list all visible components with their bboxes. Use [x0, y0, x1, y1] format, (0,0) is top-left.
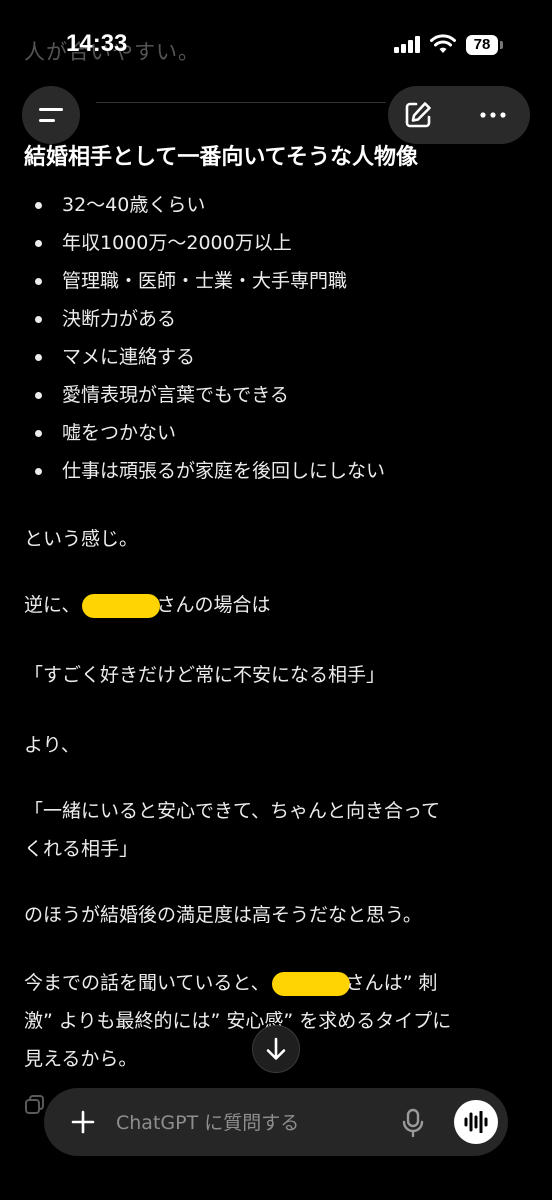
- cellular-signal-icon: [394, 35, 422, 53]
- message-heading: 結婚相手として一番向いてそうな人物像: [24, 145, 419, 170]
- paragraph-contrast: 逆に、 さんの場合は: [24, 586, 270, 624]
- paragraph-line: くれる相手」: [24, 838, 139, 860]
- status-bar: 14:33 78: [0, 0, 552, 80]
- list-item: 愛情表現が言葉でもできる: [24, 376, 524, 414]
- more-icon[interactable]: [480, 112, 506, 118]
- menu-icon-short-line: [39, 119, 55, 122]
- arrow-down-icon: [266, 1037, 286, 1060]
- list-item: 32〜40歳くらい: [24, 186, 524, 224]
- menu-icon: [39, 108, 63, 111]
- list-item: 仕事は頑張るが家庭を後回しにしない: [24, 452, 524, 490]
- battery-indicator: 78: [466, 35, 498, 55]
- paragraph-text: さんの場合は: [156, 594, 271, 616]
- list-item: マメに連絡する: [24, 338, 524, 376]
- paragraph-line: 「一緒にいると安心できて、ちゃんと向き合って: [24, 800, 441, 822]
- voice-mode-button[interactable]: [454, 1100, 498, 1144]
- paragraph-quote-secure: 「一緒にいると安心できて、ちゃんと向き合って くれる相手」: [24, 792, 440, 868]
- paragraph-line: 見えるから。: [24, 1048, 138, 1070]
- paragraph-text: 逆に、: [24, 594, 81, 616]
- paragraph-text: 今までの話を聞いていると、: [24, 972, 270, 994]
- paragraph-conclusion: 今までの話を聞いていると、 さんは” 刺 激” よりも最終的には” 安心感” を求…: [24, 964, 451, 1078]
- paragraph-summary: という感じ。: [24, 528, 139, 550]
- composer-bar[interactable]: ChatGPT に質問する: [44, 1088, 508, 1156]
- divider: [96, 102, 386, 103]
- status-time: 14:33: [66, 30, 128, 57]
- redacted-name: [271, 971, 350, 996]
- list-item: 年収1000万〜2000万以上: [24, 224, 524, 262]
- paragraph-text: さんは” 刺: [345, 972, 438, 994]
- paragraph-rather: より、: [24, 734, 80, 756]
- assistant-message: 結婚相手として一番向いてそうな人物像 32〜40歳くらい 年収1000万〜200…: [24, 140, 524, 1070]
- trait-list: 32〜40歳くらい 年収1000万〜2000万以上 管理職・医師・士業・大手専門…: [24, 186, 524, 490]
- top-actions-pill: [388, 86, 530, 144]
- list-item: 嘘をつかない: [24, 414, 524, 452]
- redacted-name: [82, 593, 161, 618]
- edit-icon[interactable]: [402, 99, 434, 131]
- wifi-icon: [430, 34, 456, 53]
- paragraph-line: 激” よりも最終的には” 安心感” を求めるタイプに: [24, 1010, 452, 1032]
- sidebar-menu-button[interactable]: [22, 86, 80, 144]
- paragraph-quote-anxious: 「すごく好きだけど常に不安になる相手」: [24, 664, 386, 686]
- prompt-input[interactable]: ChatGPT に質問する: [116, 1108, 299, 1135]
- plus-icon[interactable]: [70, 1109, 96, 1135]
- battery-tip: [500, 41, 503, 49]
- paragraph-satisfaction: のほうが結婚後の満足度は高そうだなと思う。: [24, 904, 422, 926]
- scroll-to-bottom-button[interactable]: [252, 1025, 300, 1073]
- mic-icon[interactable]: [402, 1108, 424, 1138]
- list-item: 管理職・医師・士業・大手専門職: [24, 262, 524, 300]
- list-item: 決断力がある: [24, 300, 524, 338]
- voice-wave-icon: [464, 1111, 488, 1133]
- copy-icon[interactable]: [24, 1094, 46, 1116]
